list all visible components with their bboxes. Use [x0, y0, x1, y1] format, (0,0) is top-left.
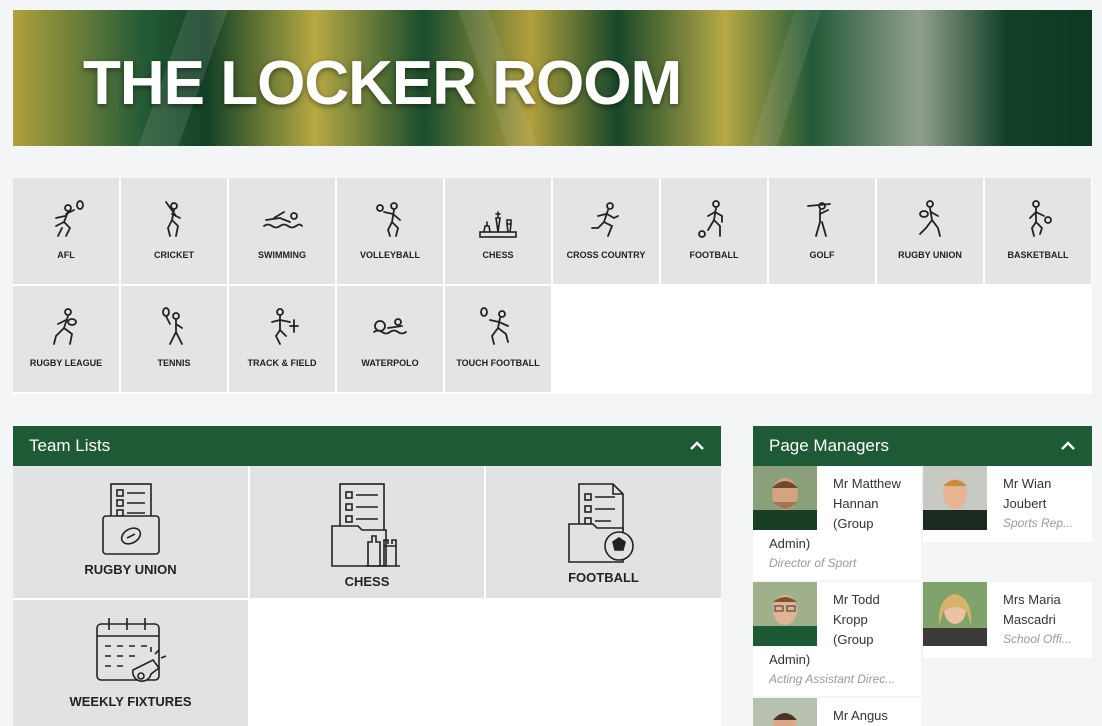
- manager-role: School Offi...: [1003, 632, 1072, 646]
- sport-tile-rugby-union[interactable]: RUGBY UNION: [877, 178, 983, 284]
- manager-role: Director of Sport: [769, 556, 857, 570]
- avatar: [923, 582, 987, 646]
- manager-card[interactable]: Mr Matthew Hannan (Group Admin) Director…: [753, 466, 921, 580]
- team-item-rugby-union[interactable]: RUGBY UNION: [13, 466, 248, 598]
- page-managers-header[interactable]: Page Managers: [753, 426, 1092, 466]
- manager-name-line: Admin): [769, 652, 811, 667]
- sport-tile-cross-country[interactable]: CROSS COUNTRY: [553, 178, 659, 284]
- sport-tile-swimming[interactable]: SWIMMING: [229, 178, 335, 284]
- basketball-player-icon: [1029, 200, 1052, 237]
- page-managers-title: Page Managers: [769, 436, 890, 455]
- chess-pieces-icon: [479, 211, 517, 238]
- manager-name-line: Hannan: [833, 496, 879, 511]
- team-lists-header[interactable]: Team Lists: [13, 426, 721, 466]
- manager-name-line: Mr Todd: [833, 592, 880, 607]
- chevron-up-icon[interactable]: [1060, 438, 1076, 454]
- golfer-icon: [807, 202, 831, 237]
- hurdler-icon: [271, 308, 299, 345]
- team-lists-panel: RUGBY UNION CHESS FOOTBALL WEEKLY FIXTUR…: [13, 466, 721, 726]
- swimmer-icon: [263, 211, 303, 229]
- sport-tile-basketball[interactable]: BASKETBALL: [985, 178, 1091, 284]
- manager-name-line: (Group: [833, 632, 874, 647]
- sport-tile-afl[interactable]: AFL: [13, 178, 119, 284]
- locker-room-banner: THE LOCKER ROOM: [13, 10, 1092, 146]
- manager-name-line: Admin): [769, 536, 811, 551]
- banner-title: THE LOCKER ROOM: [83, 49, 682, 118]
- chevron-up-icon[interactable]: [689, 438, 705, 454]
- sport-tile-waterpolo[interactable]: WATERPOLO: [337, 286, 443, 392]
- rugby-league-player-icon: [53, 308, 77, 345]
- sport-tile-volleyball[interactable]: VOLLEYBALL: [337, 178, 443, 284]
- volleyball-player-icon: [376, 202, 401, 237]
- football-checklist-icon: [567, 483, 634, 563]
- manager-name-line: Kropp: [833, 612, 868, 627]
- calendar-whistle-icon: [95, 618, 166, 683]
- sport-tile-chess[interactable]: CHESS: [445, 178, 551, 284]
- avatar: [753, 582, 817, 646]
- manager-name-line: Mr Wian: [1003, 476, 1052, 491]
- football-player-icon: [698, 200, 723, 238]
- manager-name-line: Mascadri: [1003, 612, 1056, 627]
- team-lists-title: Team Lists: [29, 436, 111, 455]
- sport-tile-golf[interactable]: GOLF: [769, 178, 875, 284]
- sport-tile-touch-football[interactable]: TOUCH FOOTBALL: [445, 286, 551, 392]
- avatar: [753, 698, 817, 726]
- rugby-union-player-icon: [919, 200, 941, 237]
- team-item-weekly-fixtures[interactable]: WEEKLY FIXTURES: [13, 600, 248, 726]
- cricket-batter-icon: [165, 201, 181, 237]
- runner-icon: [591, 202, 619, 237]
- team-item-football[interactable]: FOOTBALL: [486, 466, 721, 598]
- page-managers-panel: Mr Matthew Hannan (Group Admin) Director…: [753, 466, 1092, 726]
- manager-card[interactable]: Mrs Maria Mascadri School Offi...: [923, 582, 1092, 658]
- avatar: [923, 466, 987, 530]
- manager-role: Acting Assistant Direc...: [769, 672, 896, 686]
- manager-name-line: Mr Angus: [833, 708, 888, 723]
- sport-tile-rugby-league[interactable]: RUGBY LEAGUE: [13, 286, 119, 392]
- team-item-chess[interactable]: CHESS: [250, 466, 484, 598]
- manager-card[interactable]: Mr Angus: [753, 698, 921, 726]
- chess-checklist-icon: [331, 483, 400, 567]
- touch-football-player-icon: [480, 307, 509, 345]
- sport-tile-football[interactable]: FOOTBALL: [661, 178, 767, 284]
- manager-role: Sports Rep...: [1003, 516, 1074, 530]
- manager-name-line: Mrs Maria: [1003, 592, 1061, 607]
- waterpolo-player-icon: [373, 318, 407, 335]
- afl-player-icon: [55, 200, 84, 237]
- manager-card[interactable]: Mr Wian Joubert Sports Rep...: [923, 466, 1092, 542]
- manager-name-line: Joubert: [1003, 496, 1047, 511]
- sports-grid: AFL CRICKET SWIMMING VOLLEYBALL CHESS CR…: [13, 178, 1092, 394]
- manager-name-line: Mr Matthew: [833, 476, 901, 491]
- avatar: [753, 466, 817, 530]
- manager-card[interactable]: Mr Todd Kropp (Group Admin) Acting Assis…: [753, 582, 921, 696]
- sport-tile-cricket[interactable]: CRICKET: [121, 178, 227, 284]
- sport-tile-track-field[interactable]: TRACK & FIELD: [229, 286, 335, 392]
- manager-name-line: (Group: [833, 516, 874, 531]
- tennis-player-icon: [162, 307, 183, 345]
- rugby-checklist-icon: [101, 483, 160, 555]
- sport-tile-tennis[interactable]: TENNIS: [121, 286, 227, 392]
